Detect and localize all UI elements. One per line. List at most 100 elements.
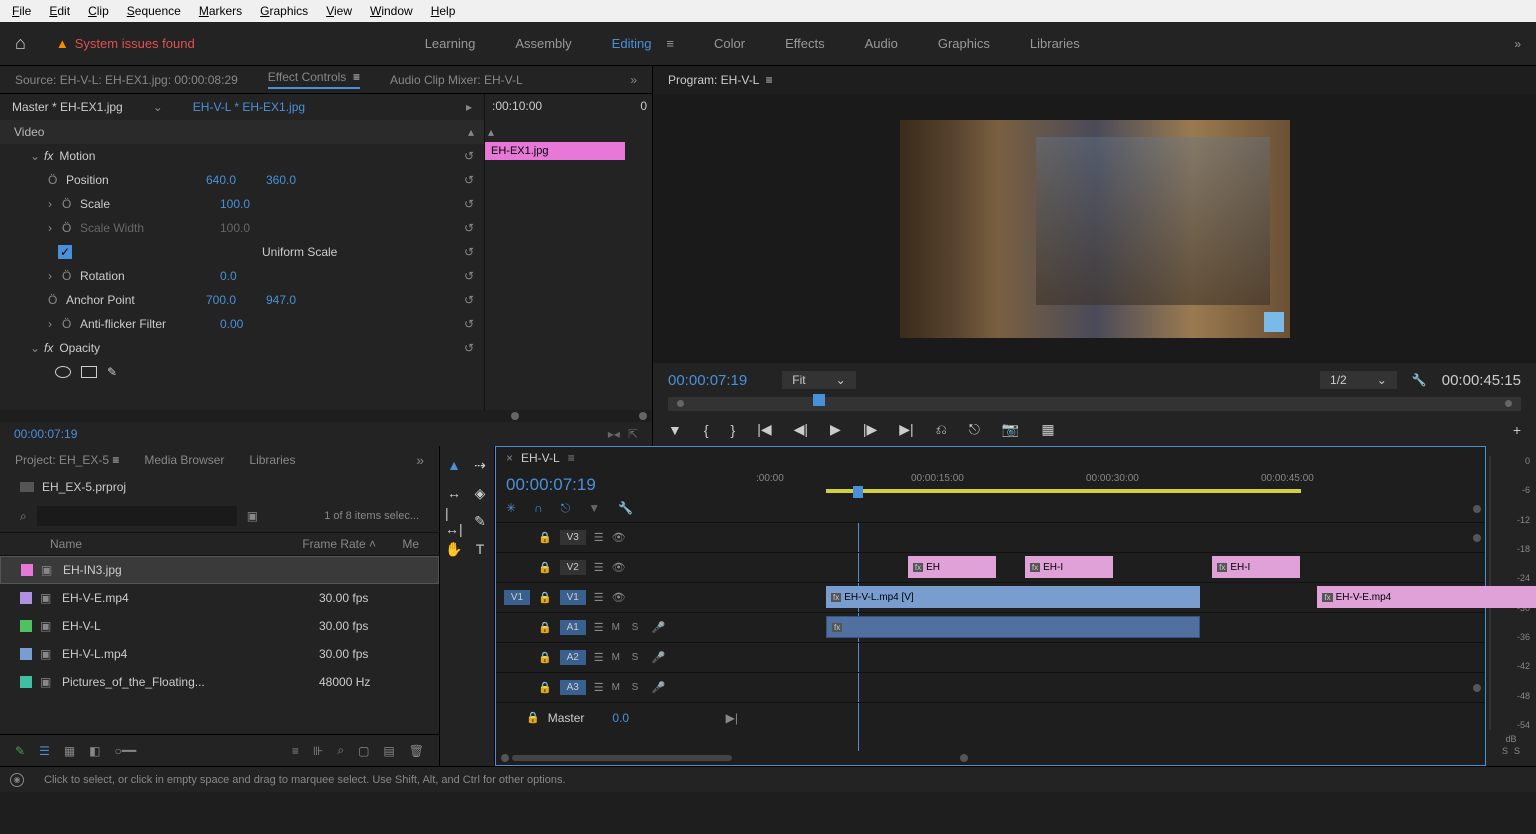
marker-icon[interactable]: ▼ [588,501,600,516]
expand-icon[interactable]: › [48,317,62,331]
settings-icon[interactable]: 🔧 [618,501,633,516]
scale-val[interactable]: 100.0 [220,197,280,211]
menu-view[interactable]: View [318,2,360,20]
project-item[interactable]: ▣ EH-V-L 30.00 fps [0,612,439,640]
ellipse-mask-icon[interactable] [55,366,71,378]
rect-mask-icon[interactable] [81,366,97,378]
sync-lock-icon[interactable]: ☰ [594,651,604,664]
collapse-icon[interactable]: ▴ [468,125,474,139]
tab-effect-controls[interactable]: Effect Controls ≡ [268,70,360,89]
in-point[interactable] [677,400,684,407]
button-editor-icon[interactable]: + [1513,422,1521,438]
lock-icon[interactable]: 🔒 [538,651,552,664]
play-icon[interactable]: ▸ [466,100,472,114]
type-tool-icon[interactable]: T [471,540,489,558]
anchor-x[interactable]: 700.0 [206,293,266,307]
scroll-thumb[interactable] [639,412,647,420]
solo-button[interactable]: S [632,652,644,663]
clip[interactable]: fxEH-I [1212,556,1300,578]
track-target-v3[interactable]: V3 [560,530,586,545]
menu-markers[interactable]: Markers [191,2,250,20]
extract-icon[interactable]: ⎋ [969,421,980,438]
razor-tool-icon[interactable]: ◈ [471,484,489,502]
lock-icon[interactable]: 🔒 [538,531,552,544]
pen-mask-icon[interactable]: ✎ [107,365,117,379]
workspace-libraries[interactable]: Libraries [1030,36,1080,51]
freeform-view-icon[interactable]: ◧ [89,744,100,758]
sync-lock-icon[interactable]: ☰ [594,621,604,634]
snap-icon[interactable]: ∩ [534,501,543,516]
project-item[interactable]: ▣ EH-V-E.mp4 30.00 fps [0,584,439,612]
export-icon[interactable]: ⇱ [628,427,638,441]
workspace-overflow-icon[interactable]: » [1514,37,1521,51]
zoom-dropdown[interactable]: Fit⌄ [782,371,855,389]
anchor-y[interactable]: 947.0 [266,293,326,307]
stopwatch-icon[interactable]: Ö [48,173,62,187]
close-sequence-icon[interactable]: × [506,451,513,465]
lock-icon[interactable]: 🔒 [538,681,552,694]
eye-icon[interactable]: 👁 [612,561,626,574]
settings-icon[interactable]: 🔧 [1412,373,1427,387]
col-frame-rate[interactable]: Frame Rate ˄ [302,537,402,551]
voice-over-icon[interactable]: 🎤 [652,621,666,634]
label-swatch[interactable] [20,676,32,688]
pencil-icon[interactable]: ✎ [15,744,25,758]
chevron-down-icon[interactable]: ⌄ [153,100,163,114]
eye-icon[interactable]: 👁 [612,531,626,544]
zoom-handle-right[interactable] [960,754,968,762]
lock-icon[interactable]: 🔒 [538,621,552,634]
tab-audio-mixer[interactable]: Audio Clip Mixer: EH-V-L [390,73,523,87]
stopwatch-icon[interactable]: Ö [62,317,76,331]
ripple-tool-icon[interactable]: ↔ [445,484,463,502]
sort-icon[interactable]: ≡ [292,744,299,758]
playhead[interactable] [853,486,863,498]
timeline-content[interactable]: fxEHfxEH-IfxEH-IfxEH-I fxEH-V-L.mp4 [V]f… [746,522,1485,751]
menu-clip[interactable]: Clip [80,2,117,20]
stopwatch-icon[interactable]: Ö [62,197,76,211]
new-bin-icon[interactable]: ▢ [358,744,369,758]
track-target-a1[interactable]: A1 [560,620,586,635]
resolution-dropdown[interactable]: 1/2⌄ [1320,371,1397,389]
icon-view-icon[interactable]: ▦ [64,744,75,758]
timeline-zoom-scroll[interactable] [496,751,1485,765]
mark-in-icon[interactable]: { [704,422,709,438]
voice-over-icon[interactable]: 🎤 [652,681,666,694]
track-select-tool-icon[interactable]: ⇢ [471,456,489,474]
panel-overflow-icon[interactable]: » [630,73,637,87]
linked-selection-icon[interactable]: ⎋ [561,501,571,516]
slip-tool-icon[interactable]: |↔| [445,512,463,530]
mute-button[interactable]: M [612,682,624,693]
label-swatch[interactable] [20,648,32,660]
solo-button[interactable]: S [632,622,644,633]
lock-icon[interactable]: 🔒 [538,591,552,604]
zoom-bar[interactable] [512,755,732,761]
system-warning[interactable]: ▲ System issues found [56,36,195,51]
menu-help[interactable]: Help [423,2,464,20]
workspace-menu-icon[interactable]: ≡ [666,36,674,51]
rotation-val[interactable]: 0.0 [220,269,280,283]
go-to-in-icon[interactable]: |◀ [757,421,771,438]
loop-icon[interactable]: ▸◂ [608,427,620,441]
comparison-icon[interactable]: ▦ [1041,421,1054,438]
play-icon[interactable]: ▶ [830,421,841,438]
eye-icon[interactable]: 👁 [612,591,626,604]
position-y[interactable]: 360.0 [266,173,326,187]
clip[interactable]: fxEH-I [1025,556,1113,578]
workspace-effects[interactable]: Effects [785,36,825,51]
panel-menu-icon[interactable]: ≡ [568,451,575,465]
program-scrubber[interactable] [668,397,1521,411]
timeline-timecode[interactable]: 00:00:07:19 [506,475,736,495]
expand-icon[interactable]: ⌄ [30,341,44,355]
track-target-a3[interactable]: A3 [560,680,586,695]
lock-icon[interactable]: 🔒 [526,711,540,724]
program-preview[interactable] [653,94,1536,363]
label-swatch[interactable] [20,620,32,632]
insert-mode-icon[interactable]: ✳ [506,501,516,516]
expand-icon[interactable]: › [48,269,62,283]
ec-clip-bar[interactable]: EH-EX1.jpg [485,142,625,160]
project-search-input[interactable] [37,506,237,526]
tab-source[interactable]: Source: EH-V-L: EH-EX1.jpg: 00:00:08:29 [15,73,238,87]
new-item-icon[interactable]: ▤ [383,744,394,758]
reset-icon[interactable]: ↺ [464,197,474,211]
solo-right[interactable]: S [1514,746,1520,756]
